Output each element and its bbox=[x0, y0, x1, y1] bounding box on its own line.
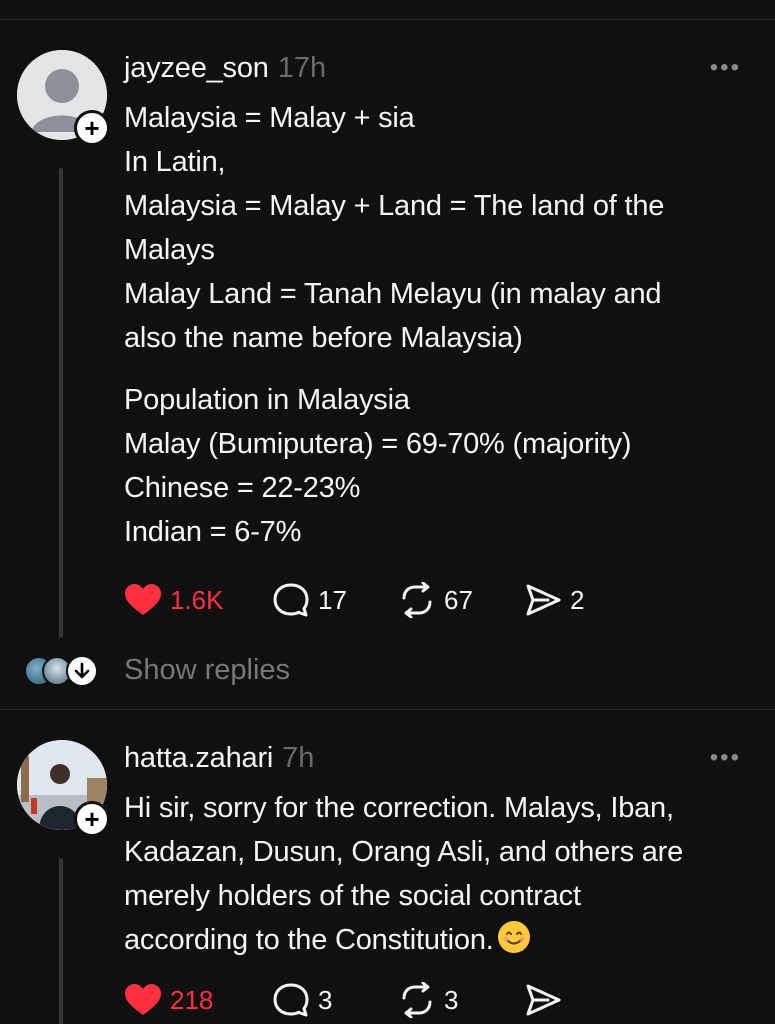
like-button[interactable]: 1.6K bbox=[124, 583, 272, 617]
repost-button[interactable]: 67 bbox=[398, 582, 524, 618]
paragraph: Malaysia = Malay + sia In Latin, Malaysi… bbox=[124, 96, 744, 360]
text-line: Malaysia = Malay + Land = The land of th… bbox=[124, 190, 665, 222]
text-line: Malay (Bumiputera) = 69-70% (majority) bbox=[124, 428, 632, 460]
heart-filled-icon bbox=[125, 984, 161, 1015]
text-line: Malay Land = Tanah Melayu (in malay and bbox=[124, 278, 662, 310]
repost-icon bbox=[402, 582, 432, 618]
text-line: Chinese = 22-23% bbox=[124, 472, 361, 504]
share-button[interactable] bbox=[524, 983, 562, 1017]
post-jayzee-son[interactable]: + jayzee_son 17h ••• Malaysia = Malay + … bbox=[0, 20, 775, 709]
thread-line bbox=[59, 168, 63, 638]
send-icon bbox=[526, 984, 561, 1016]
post-header: jayzee_son 17h bbox=[124, 52, 326, 85]
send-icon bbox=[526, 584, 561, 616]
more-horizontal-icon[interactable]: ••• bbox=[710, 56, 741, 80]
text-line: Malays bbox=[124, 234, 215, 266]
show-replies-row[interactable]: Show replies bbox=[0, 650, 775, 696]
post-body: Malaysia = Malay + sia In Latin, Malaysi… bbox=[124, 96, 744, 572]
reply-count: 3 bbox=[318, 984, 333, 1015]
thread-line bbox=[59, 858, 63, 1024]
post-body: Hi sir, sorry for the correction. Malays… bbox=[124, 786, 744, 962]
heart-filled-icon bbox=[125, 584, 161, 615]
repost-icon bbox=[402, 982, 432, 1018]
paragraph: Population in Malaysia Malay (Bumiputera… bbox=[124, 378, 744, 554]
like-count: 218 bbox=[170, 984, 214, 1015]
smiling-face-emoji bbox=[497, 921, 530, 953]
follow-plus-button[interactable]: + bbox=[74, 801, 110, 837]
text-line-with-emoji: according to the Constitution. bbox=[124, 918, 744, 962]
text-line: Hi sir, sorry for the correction. Malays… bbox=[124, 792, 674, 824]
username[interactable]: hatta.zahari bbox=[124, 742, 273, 775]
text-line: Indian = 6-7% bbox=[124, 516, 302, 548]
like-button[interactable]: 218 bbox=[124, 983, 272, 1017]
comment-icon bbox=[273, 583, 309, 617]
share-count: 2 bbox=[570, 584, 585, 615]
timestamp: 7h bbox=[282, 742, 315, 774]
like-count: 1.6K bbox=[170, 584, 224, 615]
repost-count: 67 bbox=[444, 584, 473, 615]
arrow-down-icon bbox=[66, 655, 98, 687]
text-line: also the name before Malaysia) bbox=[124, 322, 523, 354]
text-line: merely holders of the social contract bbox=[124, 880, 581, 912]
username[interactable]: jayzee_son bbox=[124, 52, 269, 85]
repost-count: 3 bbox=[444, 984, 459, 1015]
timestamp: 17h bbox=[277, 52, 327, 84]
repost-button[interactable]: 3 bbox=[398, 982, 524, 1018]
more-horizontal-icon[interactable]: ••• bbox=[710, 746, 741, 770]
post-header: hatta.zahari 7h bbox=[124, 742, 314, 775]
text-line: Malaysia = Malay + sia bbox=[124, 102, 415, 134]
text-line: according to the Constitution. bbox=[124, 924, 494, 956]
text-line: In Latin, bbox=[124, 146, 226, 178]
follow-plus-button[interactable]: + bbox=[74, 110, 110, 146]
reply-count: 17 bbox=[318, 584, 347, 615]
reply-button[interactable]: 17 bbox=[272, 583, 398, 617]
action-bar: 1.6K 17 67 2 bbox=[124, 582, 584, 618]
share-button[interactable]: 2 bbox=[524, 583, 584, 617]
reply-button[interactable]: 3 bbox=[272, 983, 398, 1017]
comment-icon bbox=[273, 983, 309, 1017]
show-replies-link[interactable]: Show replies bbox=[124, 654, 290, 687]
text-line: Population in Malaysia bbox=[124, 384, 410, 416]
post-hatta-zahari[interactable]: + hatta.zahari 7h ••• Hi sir, sorry for … bbox=[0, 710, 775, 1024]
action-bar: 218 3 3 bbox=[124, 982, 562, 1018]
text-line: Kadazan, Dusun, Orang Asli, and others a… bbox=[124, 836, 684, 868]
thread-screen: + jayzee_son 17h ••• Malaysia = Malay + … bbox=[0, 0, 775, 1024]
